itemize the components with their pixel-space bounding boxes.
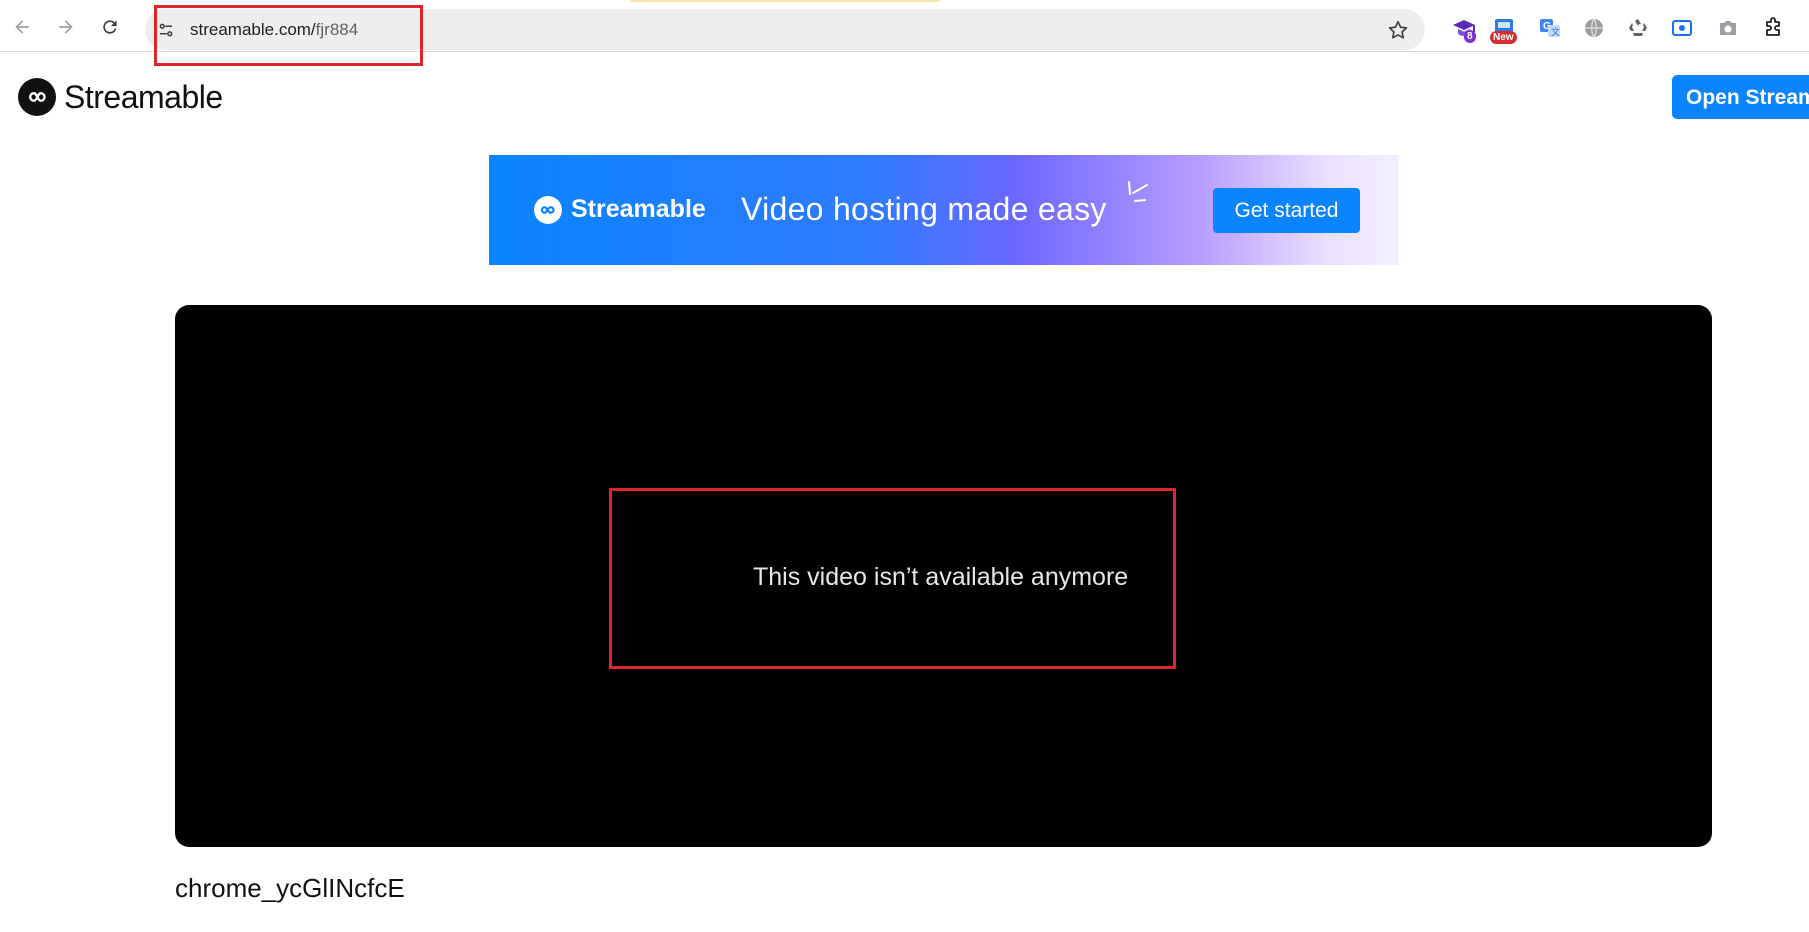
extension-recycle[interactable]	[1624, 14, 1652, 42]
brand-name: Streamable	[64, 78, 223, 115]
translate-icon: G文	[1540, 19, 1560, 37]
reload-button[interactable]	[96, 13, 124, 41]
streamable-logo-icon	[534, 195, 562, 224]
forward-button[interactable]	[52, 13, 80, 41]
extension-badge-count: 8	[1464, 30, 1476, 43]
streamable-logo-icon	[18, 78, 56, 116]
banner-brand-name: Streamable	[571, 195, 706, 223]
annotation-message-highlight	[609, 488, 1176, 669]
extension-graduation-cap[interactable]: 8	[1450, 14, 1478, 43]
banner-brand: Streamable	[534, 195, 706, 224]
extension-translate[interactable]: G文	[1536, 14, 1564, 42]
video-title: chrome_ycGlINcfcE	[175, 873, 405, 903]
open-streamable-button[interactable]: Open Streamable	[1672, 75, 1809, 119]
globe-icon	[1585, 18, 1603, 38]
sparkle-icon	[1128, 181, 1148, 202]
extension-screen-record[interactable]	[1668, 14, 1696, 42]
promo-banner[interactable]: Streamable Video hosting made easy Get s…	[489, 155, 1399, 265]
extension-globe[interactable]	[1580, 14, 1608, 42]
screen-record-icon	[1672, 20, 1692, 36]
banner-tagline: Video hosting made easy	[741, 191, 1107, 227]
extension-new[interactable]: New	[1490, 14, 1518, 44]
camera-icon	[1720, 21, 1736, 35]
tab-strip-edge	[0, 0, 1809, 3]
reload-icon	[103, 20, 117, 34]
get-started-button[interactable]: Get started	[1213, 188, 1360, 233]
puzzle-icon	[1766, 17, 1780, 36]
extension-camera[interactable]	[1714, 14, 1742, 42]
site-header: Streamable Open Streamable	[0, 53, 1809, 143]
arrow-right-icon	[59, 20, 73, 34]
extensions-menu-button[interactable]	[1760, 14, 1788, 42]
arrow-left-icon	[15, 20, 29, 34]
extension-badge-new: New	[1490, 31, 1517, 44]
brand-link[interactable]: Streamable	[18, 78, 223, 116]
back-button[interactable]	[8, 13, 36, 41]
svg-text:文: 文	[1551, 26, 1560, 37]
bookmark-star-icon[interactable]	[1387, 19, 1409, 41]
recycle-icon	[1629, 19, 1647, 36]
